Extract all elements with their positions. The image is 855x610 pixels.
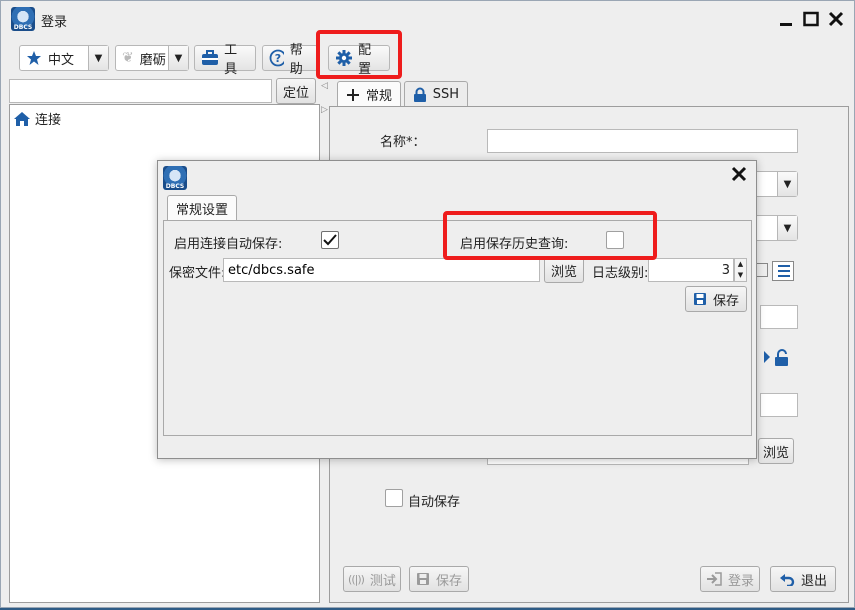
- home-icon: [14, 111, 30, 126]
- search-input[interactable]: [9, 79, 272, 103]
- secret-file-label: 保密文件:: [169, 266, 226, 281]
- login-button[interactable]: 登录: [700, 566, 760, 592]
- undo-icon: [779, 574, 795, 586]
- title-bar: DBCS 登录: [1, 1, 854, 37]
- tools-button[interactable]: 工具: [194, 43, 256, 77]
- chevron-down-icon[interactable]: ▼: [168, 46, 188, 70]
- log-level-value: 3: [721, 262, 730, 278]
- tab-general-settings[interactable]: 常规设置: [167, 195, 237, 221]
- config-button[interactable]: 配置: [328, 43, 390, 77]
- theme-select[interactable]: ❦ 磨砺 ▼: [115, 45, 189, 71]
- dialog-save-button[interactable]: 保存: [685, 286, 747, 312]
- highlight-history: [443, 211, 657, 260]
- tab-ssh-label: SSH: [432, 87, 459, 102]
- list-icon[interactable]: [772, 261, 794, 281]
- collapse-left-icon[interactable]: ◁: [321, 81, 328, 91]
- tab-general[interactable]: 常规: [337, 81, 401, 107]
- dialog-save-label: 保存: [712, 293, 739, 309]
- spin-down-icon[interactable]: ▼: [735, 270, 746, 281]
- settings-dialog: DBCS 常规设置 启用连接自动保存: 启用保存历史查询: 保密文件: 浏览 日…: [157, 160, 757, 459]
- log-level-input[interactable]: 3: [648, 258, 734, 282]
- test-label: 测试: [369, 573, 396, 589]
- spin-up-icon[interactable]: ▲: [735, 259, 746, 270]
- lock-icon: [414, 87, 426, 102]
- autosave-checkbox[interactable]: [385, 489, 403, 507]
- secret-browse-label: 浏览: [550, 264, 577, 280]
- tab-general-settings-label: 常规设置: [176, 203, 229, 218]
- port-input[interactable]: [760, 305, 798, 329]
- name-input[interactable]: [487, 129, 798, 153]
- floppy-icon: [693, 293, 706, 305]
- file-browse-label: 浏览: [762, 445, 789, 461]
- help-label: 帮助: [289, 43, 303, 77]
- floppy-icon: [416, 573, 429, 585]
- collapse-right-icon[interactable]: ▷: [321, 105, 328, 115]
- locate-button[interactable]: 定位: [276, 78, 316, 104]
- login-icon: [706, 572, 722, 586]
- star-icon: [27, 51, 41, 65]
- file-browse-button[interactable]: 浏览: [758, 438, 794, 464]
- app-logo: DBCS: [11, 7, 35, 31]
- exit-label: 退出: [800, 573, 827, 589]
- leaf-icon: ❦: [122, 50, 134, 66]
- antenna-icon: ((|)): [348, 572, 365, 586]
- language-select[interactable]: 中文 ▼: [19, 45, 109, 71]
- check-icon: [323, 234, 337, 246]
- test-button[interactable]: ((|)) 测试: [343, 566, 401, 592]
- chevron-right-icon[interactable]: [762, 349, 772, 365]
- dialog-logo: DBCS: [163, 166, 187, 190]
- driver-select[interactable]: ▼: [750, 171, 798, 197]
- save-label: 保存: [435, 573, 462, 589]
- tree-root-item[interactable]: 连接: [13, 109, 61, 128]
- chevron-down-icon[interactable]: ▼: [88, 46, 108, 70]
- secret-file-input[interactable]: [223, 258, 540, 282]
- gear-icon: [336, 50, 352, 66]
- tab-general-label: 常规: [366, 89, 393, 104]
- autosave-label: 自动保存: [408, 495, 461, 510]
- language-value: 中文: [48, 52, 75, 68]
- help-icon: ?: [269, 49, 284, 67]
- login-label: 登录: [727, 573, 754, 589]
- config-label: 配置: [358, 43, 372, 77]
- exit-button[interactable]: 退出: [770, 566, 836, 592]
- svg-text:?: ?: [275, 52, 281, 65]
- log-level-spinner[interactable]: ▲ ▼: [734, 258, 747, 282]
- unlock-icon[interactable]: [774, 349, 790, 367]
- auto-save-checkbox[interactable]: [321, 231, 339, 249]
- theme-value: 磨砺: [139, 52, 166, 68]
- close-icon[interactable]: [825, 11, 847, 33]
- login-window: DBCS 登录 中文 ▼ ❦ 磨砺 ▼ 工具 ? 帮助 配置 定位 ◁ ▷ 连接…: [0, 0, 855, 608]
- log-level-label: 日志级别:: [592, 266, 649, 281]
- tree-root-label: 连接: [35, 113, 62, 128]
- tools-label: 工具: [224, 43, 238, 77]
- help-button[interactable]: ? 帮助: [262, 43, 318, 77]
- dialog-close-icon[interactable]: [728, 166, 750, 188]
- maximize-icon[interactable]: [800, 11, 822, 33]
- tab-ssh[interactable]: SSH: [404, 81, 468, 107]
- type-select[interactable]: ▼: [750, 215, 798, 241]
- window-title: 登录: [41, 15, 68, 30]
- name-label: 名称*：: [380, 135, 426, 150]
- secret-browse-button[interactable]: 浏览: [544, 257, 584, 283]
- plus-icon: [347, 88, 359, 101]
- locate-label: 定位: [282, 85, 309, 101]
- save-button[interactable]: 保存: [409, 566, 469, 592]
- password-input[interactable]: [760, 393, 798, 417]
- minimize-icon[interactable]: [775, 11, 797, 33]
- auto-save-label: 启用连接自动保存:: [174, 237, 283, 252]
- toolbox-icon: [202, 50, 218, 65]
